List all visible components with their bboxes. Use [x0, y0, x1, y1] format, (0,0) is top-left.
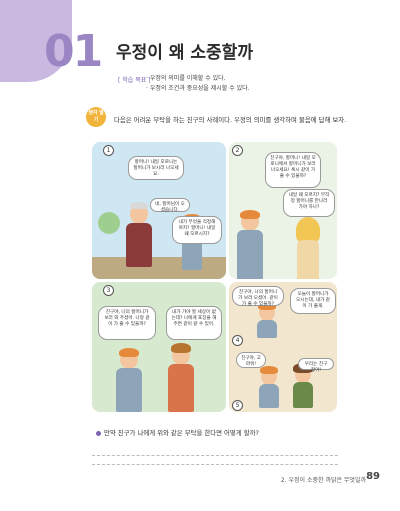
speech-bubble: 친구야, 나의 할머니가 보러 와 주셨어. 나랑 같이 가 줄 수 있을까? [98, 306, 156, 340]
speech-bubble: 내일 왜 모르지? 무작정 할머니를 만나러 가야 하나? [283, 189, 335, 217]
speech-bubble: 친구야, 고마워! [236, 352, 266, 368]
chapter-number: 01 [44, 26, 103, 77]
answer-line [92, 455, 338, 456]
chapter-title: 우정이 왜 소중할까 [116, 43, 253, 63]
answer-line [92, 464, 338, 465]
speech-bubble: 친구야, 나의 할머니가 보러 오셨어. 같이 가 줄 수 있을까? [232, 286, 284, 307]
panel-number-5: 5 [232, 400, 243, 411]
learning-goal-2: · 우정의 조건과 중요성을 제시할 수 있다. [146, 85, 250, 92]
speech-bubble: 할머니! 내일 모로니는 할머니가 보시러 나오세요. [128, 156, 184, 180]
page-number: 89 [366, 471, 380, 482]
comic-panel-3 [92, 282, 226, 412]
speech-bubble: 오늘이 할머니가 오시는데, 내가 같이 가 줄게. [290, 288, 336, 314]
speech-bubble: 네, 할머님이 오셨습니다. [150, 198, 190, 213]
tree [98, 212, 120, 234]
panel-number-4: 4 [232, 335, 243, 346]
panel-number-2: 2 [232, 145, 243, 156]
section-footer: 2. 우정이 소중한 까닭은 무엇일까 [280, 477, 366, 484]
learning-goals: · 우정의 의미를 이해할 수 있다. · 우정의 조건과 중요성을 제시할 수… [146, 74, 250, 94]
discussion-question: 만약 친구가 나에게 위와 같은 부탁을 한다면 어떻게 할까? [104, 429, 259, 437]
thinking-badge: 생각 열기 [86, 107, 106, 127]
activity-instruction: 다음은 어려운 부탁을 하는 친구의 사례이다. 우정의 의미를 생각하며 물음… [114, 116, 347, 124]
speech-bubble: 친구야, 할머니! 내일 모로니에서 할머니가 보러 나오세요! 혹시 같이 가… [265, 152, 321, 188]
panel-number-1: 1 [103, 145, 114, 156]
speech-bubble: 우리는 친구잖아! [298, 358, 334, 373]
speech-bubble: 내가 무엇을 걱정해야지? 할머니! 내일 왜 모르시지? [172, 216, 222, 244]
speech-bubble: 내가 가야 할 세상이 없는데? 나에게 포장을 해 주면 같이 갈 수 있어. [166, 306, 222, 340]
panel-number-3: 3 [103, 285, 114, 296]
ground [92, 257, 226, 279]
learning-goal-1: · 우정의 의미를 이해할 수 있다. [146, 75, 226, 82]
bullet-icon [96, 431, 101, 436]
